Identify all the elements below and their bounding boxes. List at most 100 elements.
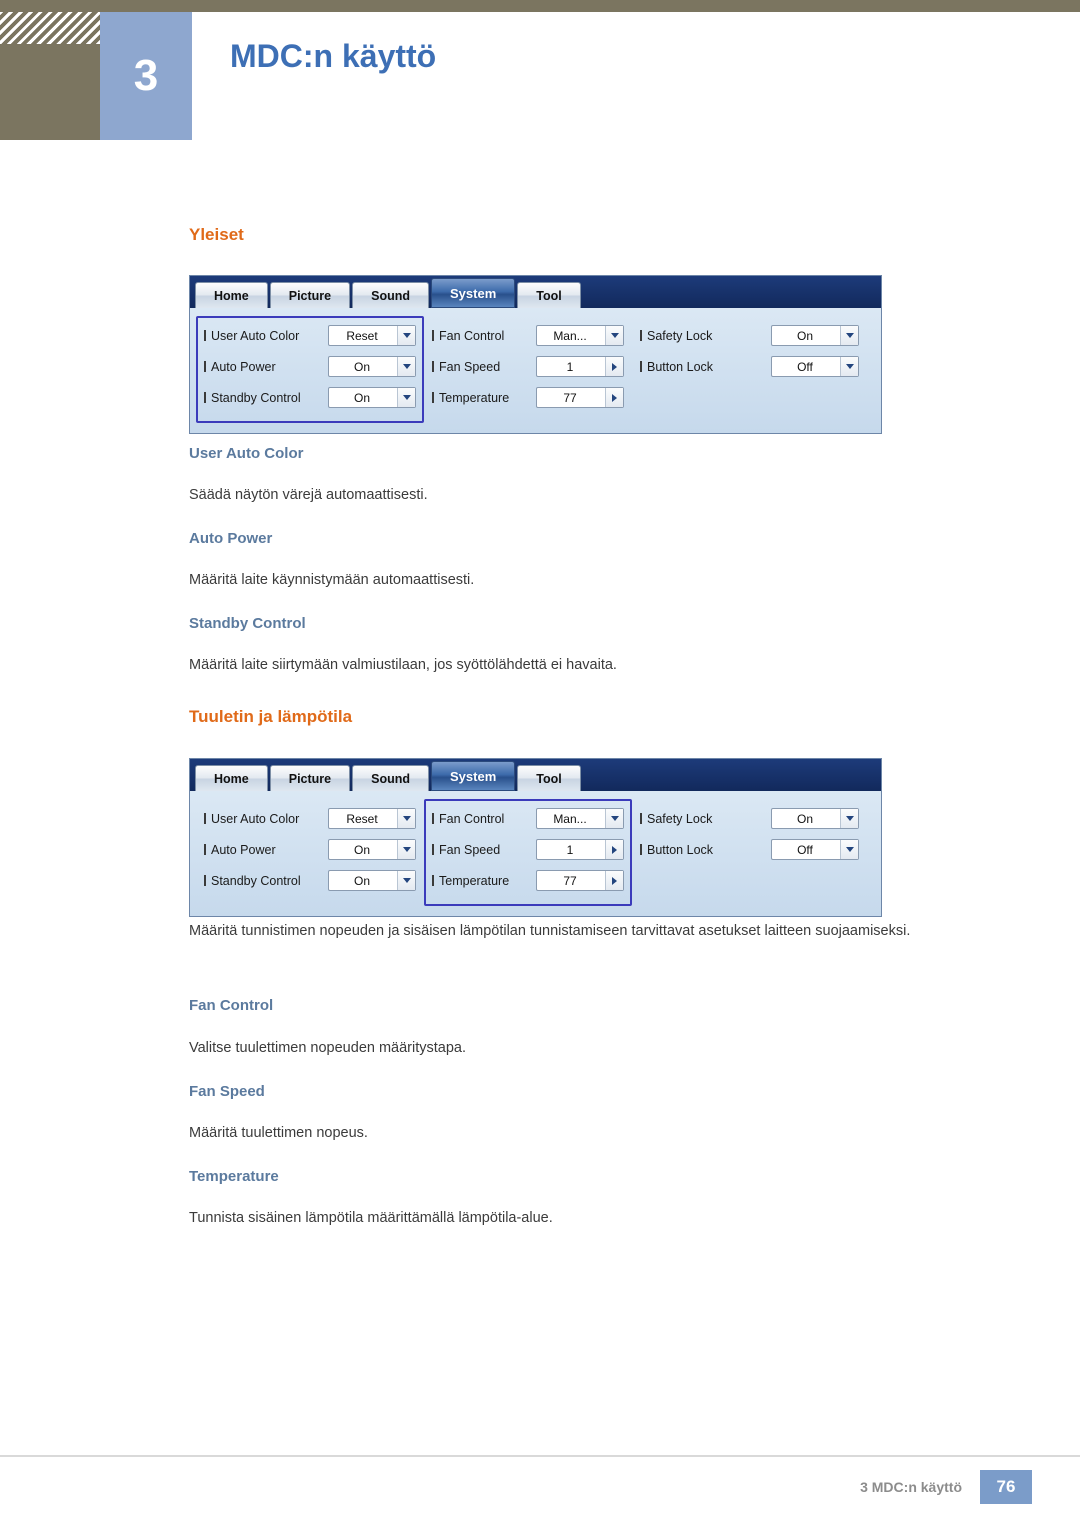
row-user-auto-color: User Auto Color Reset	[204, 322, 416, 349]
dropdown-user-auto-color[interactable]: Reset	[328, 325, 416, 346]
dropdown-value: Man...	[553, 328, 587, 343]
bullet-icon	[432, 330, 434, 341]
chevron-down-icon[interactable]	[605, 809, 623, 828]
chevron-right-icon[interactable]	[605, 388, 623, 407]
mdc-tabbar: Home Picture Sound System Tool	[190, 276, 881, 308]
dropdown-value: Man...	[553, 811, 587, 826]
spinner-value: 1	[566, 842, 574, 857]
dropdown-value: On	[796, 811, 813, 826]
chevron-down-icon[interactable]	[605, 326, 623, 345]
label-button-lock: Button Lock	[640, 360, 771, 374]
label-user-auto-color: User Auto Color	[204, 329, 328, 343]
chevron-right-icon[interactable]	[605, 840, 623, 859]
subheading-fan-control: Fan Control	[189, 997, 274, 1014]
tab-sound[interactable]: Sound	[352, 765, 430, 791]
dropdown-safety-lock[interactable]: On	[771, 808, 859, 829]
tab-picture[interactable]: Picture	[269, 282, 351, 308]
subheading-fan-speed: Fan Speed	[189, 1083, 265, 1100]
label-text: Button Lock	[647, 842, 714, 857]
chapter-title: MDC:n käyttö	[230, 38, 437, 74]
mdc-tabbar: Home Picture Sound System Tool	[190, 759, 881, 791]
label-text: Temperature	[439, 390, 510, 405]
dropdown-standby-control[interactable]: On	[328, 870, 416, 891]
tab-home[interactable]: Home	[195, 282, 268, 308]
mdc-column-lock: Safety Lock On Button Lock Off	[632, 316, 867, 423]
tab-tool[interactable]: Tool	[517, 765, 581, 791]
spinner-value: 1	[566, 359, 574, 374]
label-standby-control: Standby Control	[204, 874, 328, 888]
row-fan-control: Fan Control Man...	[432, 322, 624, 349]
bullet-icon	[432, 813, 434, 824]
dropdown-safety-lock[interactable]: On	[771, 325, 859, 346]
dropdown-auto-power[interactable]: On	[328, 839, 416, 860]
chevron-down-icon[interactable]	[397, 388, 415, 407]
header-top-band	[0, 0, 1080, 12]
label-safety-lock: Safety Lock	[640, 812, 771, 826]
mdc-column-general: User Auto Color Reset Auto Power On Stan…	[196, 799, 424, 906]
label-text: Fan Speed	[439, 359, 501, 374]
row-fan-speed: Fan Speed 1	[432, 353, 624, 380]
tab-home[interactable]: Home	[195, 765, 268, 791]
footer-divider	[0, 1455, 1080, 1457]
tab-tool[interactable]: Tool	[517, 282, 581, 308]
label-text: Button Lock	[647, 359, 714, 374]
subheading-temperature: Temperature	[189, 1168, 279, 1185]
header-hatch-pattern	[0, 12, 100, 44]
tab-picture[interactable]: Picture	[269, 765, 351, 791]
tab-system[interactable]: System	[431, 761, 516, 791]
dropdown-user-auto-color[interactable]: Reset	[328, 808, 416, 829]
label-text: Fan Speed	[439, 842, 501, 857]
dropdown-value: On	[796, 328, 813, 343]
chevron-right-icon[interactable]	[605, 357, 623, 376]
dropdown-fan-control[interactable]: Man...	[536, 808, 624, 829]
footer-label: 3 MDC:n käyttö	[860, 1479, 962, 1495]
dropdown-button-lock[interactable]: Off	[771, 839, 859, 860]
dropdown-value: On	[353, 873, 370, 888]
chevron-down-icon[interactable]	[397, 809, 415, 828]
text-temperature: Tunnista sisäinen lämpötila määrittämäll…	[189, 1210, 553, 1226]
chevron-down-icon[interactable]	[840, 809, 858, 828]
label-safety-lock: Safety Lock	[640, 329, 771, 343]
dropdown-standby-control[interactable]: On	[328, 387, 416, 408]
page-number: 76	[980, 1470, 1032, 1504]
chevron-down-icon[interactable]	[397, 326, 415, 345]
label-text: Auto Power	[211, 842, 276, 857]
spinner-temperature[interactable]: 77	[536, 387, 624, 408]
label-auto-power: Auto Power	[204, 360, 328, 374]
label-text: User Auto Color	[211, 328, 300, 343]
mdc-column-general: User Auto Color Reset Auto Power On Stan…	[196, 316, 424, 423]
chevron-down-icon[interactable]	[397, 840, 415, 859]
chevron-down-icon[interactable]	[840, 357, 858, 376]
bullet-icon	[432, 844, 434, 855]
label-text: Fan Control	[439, 811, 505, 826]
bullet-icon	[432, 361, 434, 372]
header-left-block	[0, 12, 100, 140]
dropdown-auto-power[interactable]: On	[328, 356, 416, 377]
row-auto-power: Auto Power On	[204, 836, 416, 863]
label-temperature: Temperature	[432, 874, 536, 888]
text-fan-speed: Määritä tuulettimen nopeus.	[189, 1125, 368, 1141]
chevron-down-icon[interactable]	[397, 871, 415, 890]
dropdown-value: Off	[797, 359, 813, 374]
chevron-down-icon[interactable]	[840, 840, 858, 859]
tab-sound[interactable]: Sound	[352, 282, 430, 308]
chevron-right-icon[interactable]	[605, 871, 623, 890]
subheading-standby-control: Standby Control	[189, 615, 306, 632]
spinner-temperature[interactable]: 77	[536, 870, 624, 891]
spinner-fan-speed[interactable]: 1	[536, 356, 624, 377]
spinner-fan-speed[interactable]: 1	[536, 839, 624, 860]
label-text: User Auto Color	[211, 811, 300, 826]
tab-system[interactable]: System	[431, 278, 516, 308]
row-temperature: Temperature 77	[432, 867, 624, 894]
chapter-number: 3	[100, 12, 192, 140]
label-text: Auto Power	[211, 359, 276, 374]
dropdown-button-lock[interactable]: Off	[771, 356, 859, 377]
chevron-down-icon[interactable]	[397, 357, 415, 376]
row-standby-control: Standby Control On	[204, 384, 416, 411]
dropdown-value: Off	[797, 842, 813, 857]
row-fan-speed: Fan Speed 1	[432, 836, 624, 863]
bullet-icon	[640, 844, 642, 855]
mdc-screenshot-general: Home Picture Sound System Tool User Auto…	[189, 275, 882, 434]
chevron-down-icon[interactable]	[840, 326, 858, 345]
dropdown-fan-control[interactable]: Man...	[536, 325, 624, 346]
